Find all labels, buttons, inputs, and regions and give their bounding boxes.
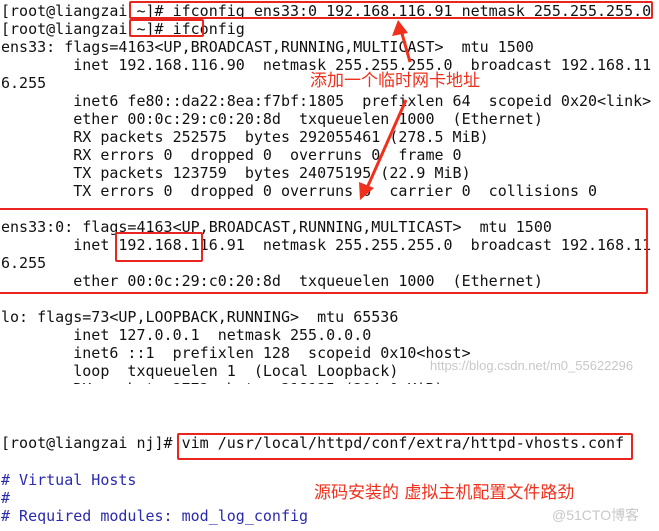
annotation-vhost-path: 源码安装的 虚拟主机配置文件路劲 (314, 483, 575, 503)
watermark-51cto: @51CTO博客 (552, 507, 640, 523)
arrow-down (365, 99, 408, 189)
arrowhead-up (392, 20, 408, 36)
arrowhead-down (359, 182, 374, 200)
annotation-temp-nic: 添加一个临时网卡地址 (310, 71, 480, 91)
arrow-up (399, 29, 412, 63)
watermark-csdn: https://blog.csdn.net/m0_55622296 (430, 358, 634, 373)
